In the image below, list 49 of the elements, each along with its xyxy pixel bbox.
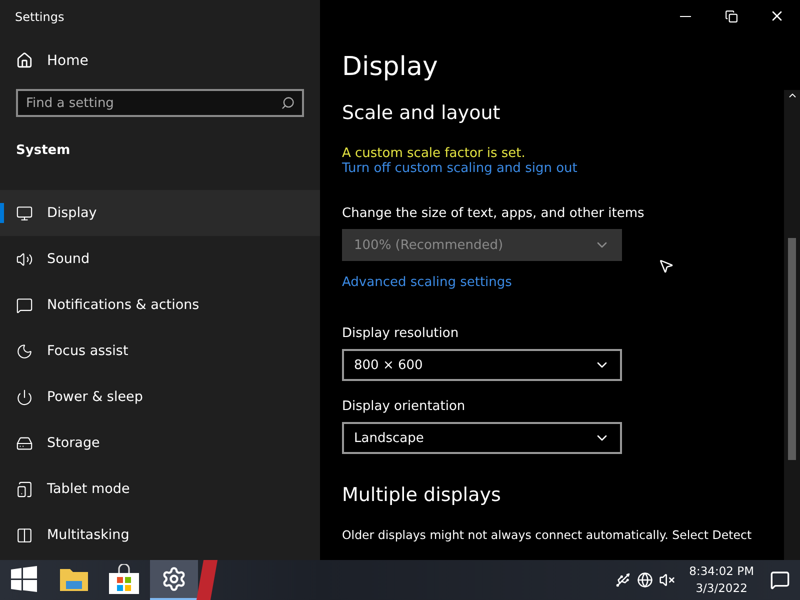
shopping-bag-icon xyxy=(109,564,139,594)
folder-icon xyxy=(60,567,88,591)
gear-icon xyxy=(161,566,187,592)
sidebar-item[interactable]: Focus assist xyxy=(0,328,320,374)
field-label: Display resolution xyxy=(342,326,460,341)
search-icon xyxy=(281,96,295,110)
moon-icon xyxy=(16,342,33,360)
sidebar-item[interactable]: Storage xyxy=(0,420,320,466)
page-title: Display xyxy=(342,52,439,82)
sidebar-item[interactable]: Display xyxy=(0,190,320,236)
window-title: Settings xyxy=(14,9,66,26)
monitor-icon xyxy=(16,204,33,222)
sidebar-item[interactable]: Sound xyxy=(0,236,320,282)
mouse-pointer-icon xyxy=(658,258,674,274)
sidebar-item[interactable]: Notifications & actions xyxy=(0,282,320,328)
speaker-icon xyxy=(16,250,33,268)
scrollbar[interactable] xyxy=(784,90,800,560)
taskbar-button[interactable] xyxy=(150,560,198,600)
section-heading: Scale and layout xyxy=(342,102,502,124)
dropdown[interactable]: Landscape xyxy=(342,422,622,454)
section-heading: System xyxy=(15,142,72,160)
muted-speaker-icon[interactable] xyxy=(659,572,676,588)
section-heading: Multiple displays xyxy=(342,484,502,506)
power-icon xyxy=(16,388,33,406)
drive-icon xyxy=(16,434,33,452)
search-field[interactable]: Find a setting xyxy=(16,89,304,117)
columns-icon xyxy=(16,526,33,544)
tablet-icon xyxy=(16,480,33,498)
field-label: Change the size of text, apps, and other items xyxy=(342,206,646,221)
windows-logo-icon xyxy=(11,566,37,592)
selection-indicator xyxy=(0,203,4,223)
sign-out-link[interactable]: Turn off custom scaling and sign out xyxy=(342,161,578,176)
sidebar-item[interactable]: Power & sleep xyxy=(0,374,320,420)
sidebar-item[interactable]: Tablet mode xyxy=(0,466,320,512)
description-text: Older displays might not always connect automatically. Select Detect xyxy=(342,528,753,542)
dropdown[interactable]: 800 × 600 xyxy=(342,349,622,381)
wallpaper-streak xyxy=(196,560,218,600)
sidebar-item[interactable]: Multitasking xyxy=(0,512,320,558)
clock[interactable]: 8:34:02 PM 3/3/2022 xyxy=(689,563,754,597)
restore-icon xyxy=(724,10,738,22)
home-link[interactable]: Home xyxy=(0,46,320,75)
speech-bubble-icon xyxy=(16,296,33,314)
usb-icon[interactable] xyxy=(615,572,632,588)
home-icon xyxy=(16,52,33,69)
warning-text: A custom scale factor is set. xyxy=(342,146,526,161)
globe-icon[interactable] xyxy=(637,572,654,588)
scroll-thumb[interactable] xyxy=(788,238,796,460)
notification-icon[interactable] xyxy=(770,570,790,590)
field-label: Display orientation xyxy=(342,399,466,414)
